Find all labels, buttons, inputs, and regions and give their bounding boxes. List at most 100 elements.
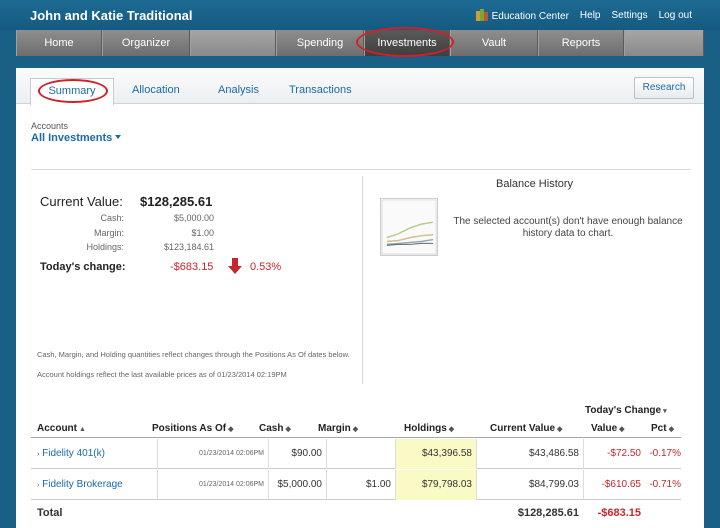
- accounts-label: Accounts: [31, 121, 69, 131]
- todays-change-value: -$683.15: [170, 261, 214, 273]
- col-current-value-label: Current Value: [490, 423, 556, 434]
- nav-blank-1: [190, 30, 276, 56]
- sort-icon: ▾: [663, 408, 667, 415]
- col-value-label: Value: [591, 423, 618, 434]
- change-value-cell: -$72.50: [583, 439, 645, 469]
- account-cell[interactable]: › Fidelity 401(k): [35, 439, 105, 469]
- current-value-label: Current Value:: [40, 194, 123, 209]
- account-link[interactable]: Fidelity Brokerage: [42, 479, 123, 490]
- change-pct-cell: -0.71%: [649, 479, 681, 490]
- group-header-label: Today's Change: [585, 405, 662, 416]
- col-holdings-label: Holdings: [404, 423, 447, 434]
- col-margin-label: Margin: [318, 423, 351, 434]
- total-change-value: -$683.15: [597, 507, 641, 519]
- holdings-value: $123,184.61: [163, 242, 214, 252]
- expand-icon: ›: [37, 451, 40, 458]
- tab-summary[interactable]: Summary: [30, 78, 114, 105]
- sub-nav: Summary Allocation Analysis Transactions…: [16, 68, 704, 105]
- total-row: Total $128,285.61 -$683.15: [31, 502, 681, 524]
- col-account-label: Account: [37, 423, 77, 434]
- col-current-value[interactable]: Current Value ◆: [490, 423, 562, 434]
- accounts-selected: All Investments: [31, 132, 113, 144]
- col-positions-label: Positions As Of: [152, 423, 227, 434]
- sort-icon: ◆: [668, 426, 674, 433]
- logout-link[interactable]: Log out: [659, 10, 692, 21]
- vertical-divider: [362, 176, 363, 384]
- col-cash-label: Cash: [259, 423, 284, 434]
- margin-value: $1.00: [191, 228, 214, 238]
- sort-icon: ◆: [352, 426, 359, 433]
- cash-cell: $90.00: [268, 439, 326, 469]
- todays-change-group-header: Today's Change ▾: [585, 405, 667, 416]
- research-button[interactable]: Research: [634, 77, 694, 99]
- total-current-value: $128,285.61: [517, 507, 579, 519]
- nav-reports[interactable]: Reports: [538, 30, 624, 56]
- nav-vault[interactable]: Vault: [450, 30, 538, 56]
- education-center-link[interactable]: Education Center: [475, 9, 569, 22]
- expand-icon: ›: [37, 482, 40, 489]
- change-pct-cell: -0.17%: [649, 448, 681, 459]
- sort-up-icon: ▲: [79, 426, 86, 433]
- sort-icon: ◆: [228, 426, 234, 433]
- todays-change-label: Today's change:: [40, 261, 126, 273]
- balance-history-title: Balance History: [496, 178, 574, 190]
- accounts-dropdown[interactable]: All Investments: [31, 132, 122, 144]
- account-link[interactable]: Fidelity 401(k): [42, 448, 105, 459]
- col-cash[interactable]: Cash ◆: [259, 423, 291, 434]
- tab-allocation[interactable]: Allocation: [132, 84, 180, 96]
- holdings-label: Holdings:: [86, 242, 124, 252]
- table-row: › Fidelity 401(k) 01/23/2014 02:06PM $90…: [31, 439, 681, 469]
- books-icon: [475, 9, 489, 21]
- table-header: Account ▲ Positions As Of ◆ Cash ◆ Margin ◆ …: [31, 418, 681, 438]
- sort-icon: ◆: [619, 426, 625, 433]
- content-panel: Summary Allocation Analysis Transactions…: [16, 68, 704, 528]
- tab-transactions[interactable]: Transactions: [289, 84, 352, 96]
- caret-down-icon: [115, 135, 122, 139]
- col-pct-label: Pct: [651, 423, 667, 434]
- cash-value: $5,000.00: [173, 213, 214, 223]
- margin-cell: [326, 439, 395, 469]
- nav-spending[interactable]: Spending: [276, 30, 364, 56]
- col-positions-as-of[interactable]: Positions As Of ◆: [152, 423, 233, 434]
- balance-history-message: The selected account(s) don't have enoug…: [453, 216, 683, 239]
- nav-home[interactable]: Home: [16, 30, 102, 56]
- education-center-label: Education Center: [491, 11, 569, 22]
- positions-as-of-cell: 01/23/2014 02:06PM: [157, 470, 268, 500]
- app-header: John and Katie Traditional Education Cen…: [0, 0, 720, 30]
- divider: [31, 169, 691, 170]
- total-label: Total: [37, 507, 63, 519]
- footnote-prices: Account holdings reflect the last availa…: [37, 370, 287, 379]
- sort-icon: ◆: [448, 426, 455, 433]
- sort-icon: ◆: [285, 426, 291, 433]
- top-links: Education Center Help Settings Log out: [475, 9, 692, 22]
- nav-organizer[interactable]: Organizer: [102, 30, 190, 56]
- cash-label: Cash:: [100, 213, 124, 223]
- change-value-cell: -$610.65: [583, 470, 645, 500]
- nav-blank-2: [624, 30, 704, 56]
- col-account[interactable]: Account ▲: [37, 423, 86, 434]
- current-value-cell: $84,799.03: [528, 479, 579, 490]
- cash-cell: $5,000.00: [268, 470, 326, 500]
- help-link[interactable]: Help: [580, 10, 601, 21]
- col-pct[interactable]: Pct ◆: [651, 423, 674, 434]
- margin-cell: $1.00: [326, 470, 395, 500]
- settings-link[interactable]: Settings: [611, 10, 647, 21]
- todays-change-pct: 0.53%: [250, 261, 282, 273]
- holdings-cell: $79,798.03: [395, 470, 477, 500]
- col-holdings[interactable]: Holdings ◆: [404, 423, 454, 434]
- col-margin[interactable]: Margin ◆: [318, 423, 358, 434]
- table-row: › Fidelity Brokerage 01/23/2014 02:06PM …: [31, 470, 681, 500]
- app-title: John and Katie Traditional: [30, 8, 193, 23]
- margin-label: Margin:: [93, 228, 124, 238]
- tab-analysis[interactable]: Analysis: [218, 84, 259, 96]
- chart-thumbnail-icon: [380, 198, 438, 256]
- col-value[interactable]: Value ◆: [591, 423, 625, 434]
- down-arrow-icon: [228, 258, 242, 274]
- holdings-cell: $43,396.58: [395, 439, 477, 469]
- account-cell[interactable]: › Fidelity Brokerage: [35, 470, 123, 500]
- current-value: $128,285.61: [140, 194, 213, 209]
- footnote-quantities: Cash, Margin, and Holding quantities ref…: [37, 350, 350, 359]
- positions-as-of-cell: 01/23/2014 02:06PM: [157, 439, 268, 469]
- nav-investments[interactable]: Investments: [364, 30, 450, 56]
- current-value-cell: $43,486.58: [528, 448, 579, 459]
